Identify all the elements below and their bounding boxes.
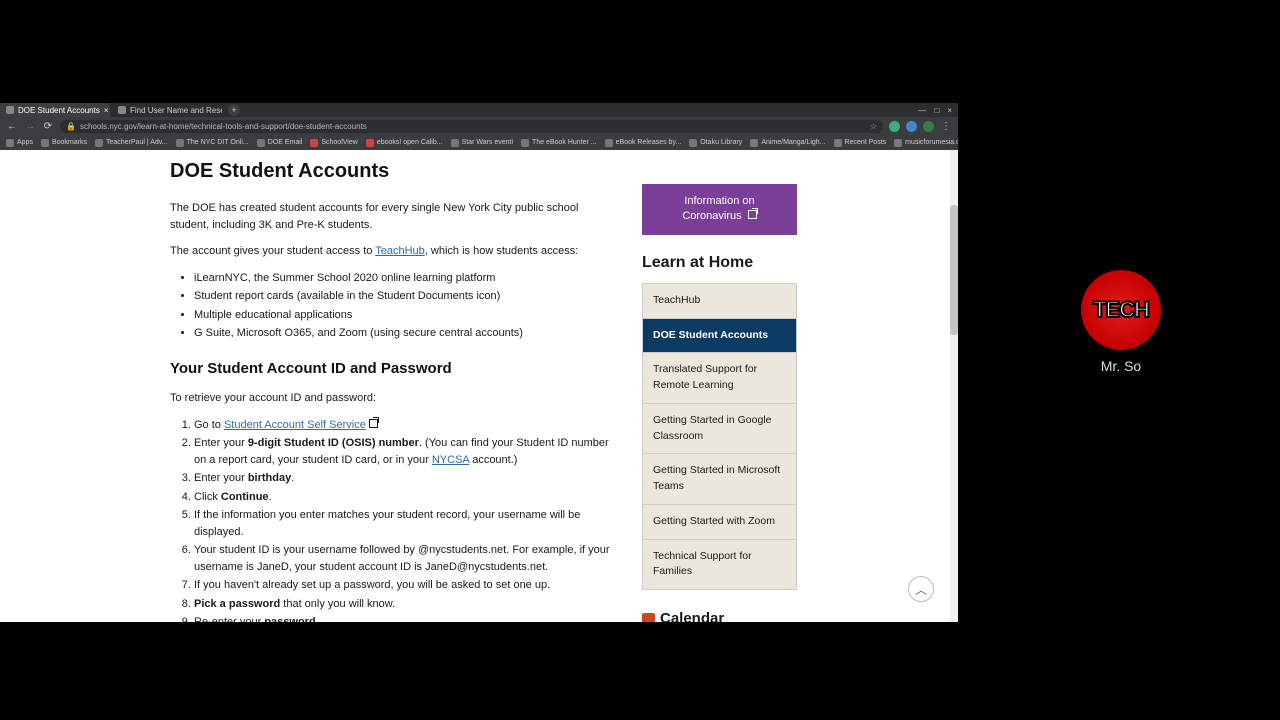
new-tab-button[interactable]: + [228, 104, 240, 116]
teachhub-link[interactable]: TeachHub [375, 245, 425, 257]
main-content: DOE Student Accounts The DOE has created… [170, 150, 628, 622]
tab-title: Find User Name and Reset Pass... [130, 106, 222, 115]
url-input[interactable]: 🔒 schools.nyc.gov/learn-at-home/technica… [60, 120, 883, 133]
sidebar-item-tech-support[interactable]: Technical Support for Families [643, 540, 796, 590]
sidebar-item-ms-teams[interactable]: Getting Started in Microsoft Teams [643, 454, 796, 505]
intro-paragraph-2: The account gives your student access to… [170, 243, 616, 260]
close-icon[interactable]: × [104, 106, 109, 115]
extension-icon[interactable] [889, 121, 900, 132]
menu-icon[interactable]: ⋮ [940, 121, 952, 132]
sidebar-item-doe-accounts[interactable]: DOE Student Accounts [643, 319, 796, 354]
url-text: schools.nyc.gov/learn-at-home/technical-… [80, 122, 367, 131]
coronavirus-info-button[interactable]: Information on Coronavirus [642, 184, 797, 235]
calendar-icon [642, 613, 655, 622]
bookmark-item[interactable]: Bookmarks [41, 139, 87, 147]
bookmark-item[interactable]: The NYC DIT Onli... [176, 139, 249, 147]
sidebar-item-teachhub[interactable]: TeachHub [643, 284, 796, 319]
star-icon[interactable]: ☆ [870, 122, 877, 131]
access-list: iLearnNYC, the Summer School 2020 online… [170, 270, 616, 342]
bookmark-item[interactable]: SchoolView [310, 139, 357, 147]
external-link-icon [369, 419, 378, 428]
chevron-up-icon: ︿ [915, 581, 927, 598]
extension-icon[interactable] [906, 121, 917, 132]
list-item: Pick a password that only you will know. [194, 596, 616, 613]
nycsa-link[interactable]: NYCSA [432, 454, 469, 466]
bookmark-item[interactable]: DOE Email [257, 139, 303, 147]
forward-button[interactable]: → [24, 121, 36, 132]
sidebar: Information on Coronavirus Learn at Home… [642, 150, 797, 622]
minimize-icon[interactable]: — [918, 106, 926, 115]
bookmark-item[interactable]: Anime/Manga/Ligh... [750, 139, 825, 147]
bookmark-item[interactable]: Otaku Library [689, 139, 742, 147]
list-item: Enter your 9-digit Student ID (OSIS) num… [194, 435, 616, 468]
bookmark-apps[interactable]: Apps [6, 139, 33, 147]
sidebar-nav: TeachHub DOE Student Accounts Translated… [642, 283, 797, 590]
back-button[interactable]: ← [6, 121, 18, 132]
favicon [118, 106, 126, 114]
page-title: DOE Student Accounts [170, 156, 616, 186]
bookmark-item[interactable]: TeacherPaul | Adv... [95, 139, 168, 147]
list-item: Your student ID is your username followe… [194, 542, 616, 575]
list-item: Go to Student Account Self Service [194, 417, 616, 434]
scrollbar[interactable] [950, 150, 958, 622]
self-service-link[interactable]: Student Account Self Service [224, 419, 366, 431]
browser-tab-2[interactable]: Find User Name and Reset Pass... × [112, 103, 222, 117]
favicon [6, 106, 14, 114]
logo-text: TECH [1093, 297, 1149, 323]
presenter-name: Mr. So [962, 358, 1280, 374]
sidebar-heading: Learn at Home [642, 251, 797, 275]
intro-paragraph: The DOE has created student accounts for… [170, 200, 616, 233]
bookmarks-bar: Apps Bookmarks TeacherPaul | Adv... The … [0, 135, 958, 150]
sidebar-item-zoom[interactable]: Getting Started with Zoom [643, 505, 796, 540]
browser-tab-1[interactable]: DOE Student Accounts × [0, 103, 110, 117]
scrollbar-thumb[interactable] [950, 205, 958, 335]
bookmark-item[interactable]: ebooks! open Calib... [366, 139, 443, 147]
scroll-to-top-button[interactable]: ︿ [908, 576, 934, 602]
bookmark-item[interactable]: The eBook Hunter ... [521, 139, 597, 147]
external-link-icon [748, 210, 757, 219]
close-window-icon[interactable]: × [947, 106, 952, 115]
maximize-icon[interactable]: □ [934, 106, 939, 115]
bookmark-item[interactable]: Star Wars eventi [451, 139, 513, 147]
list-item: If you haven't already set up a password… [194, 577, 616, 594]
calendar-heading: Calendar [642, 608, 797, 622]
bookmark-item[interactable]: Recent Posts [834, 139, 887, 147]
window-controls: — □ × [918, 106, 958, 115]
list-item: iLearnNYC, the Summer School 2020 online… [194, 270, 616, 287]
reload-button[interactable]: ⟳ [42, 121, 54, 132]
list-item: Re-enter your password. [194, 614, 616, 622]
retrieve-text: To retrieve your account ID and password… [170, 390, 616, 407]
list-item: Enter your birthday. [194, 470, 616, 487]
page-viewport: DOE Student Accounts The DOE has created… [0, 150, 958, 622]
list-item: G Suite, Microsoft O365, and Zoom (using… [194, 325, 616, 342]
section-heading: Your Student Account ID and Password [170, 358, 616, 381]
tab-strip: DOE Student Accounts × Find User Name an… [0, 103, 958, 117]
profile-icon[interactable] [923, 121, 934, 132]
browser-window: DOE Student Accounts × Find User Name an… [0, 103, 958, 622]
presenter-panel: TECH Mr. So [962, 270, 1280, 374]
extension-icons: ⋮ [889, 121, 952, 132]
address-bar: ← → ⟳ 🔒 schools.nyc.gov/learn-at-home/te… [0, 117, 958, 135]
list-item: Multiple educational applications [194, 307, 616, 324]
sidebar-item-translated[interactable]: Translated Support for Remote Learning [643, 353, 796, 404]
sidebar-item-google-classroom[interactable]: Getting Started in Google Classroom [643, 404, 796, 455]
list-item: If the information you enter matches you… [194, 507, 616, 540]
list-item: Student report cards (available in the S… [194, 288, 616, 305]
bookmark-item[interactable]: eBook Releases by... [605, 139, 682, 147]
presenter-logo: TECH [1081, 270, 1161, 350]
bookmark-item[interactable]: musicforumesia.com [894, 139, 958, 147]
list-item: Click Continue. [194, 489, 616, 506]
lock-icon: 🔒 [66, 122, 76, 131]
steps-list: Go to Student Account Self Service Enter… [170, 417, 616, 623]
tab-title: DOE Student Accounts [18, 106, 100, 115]
